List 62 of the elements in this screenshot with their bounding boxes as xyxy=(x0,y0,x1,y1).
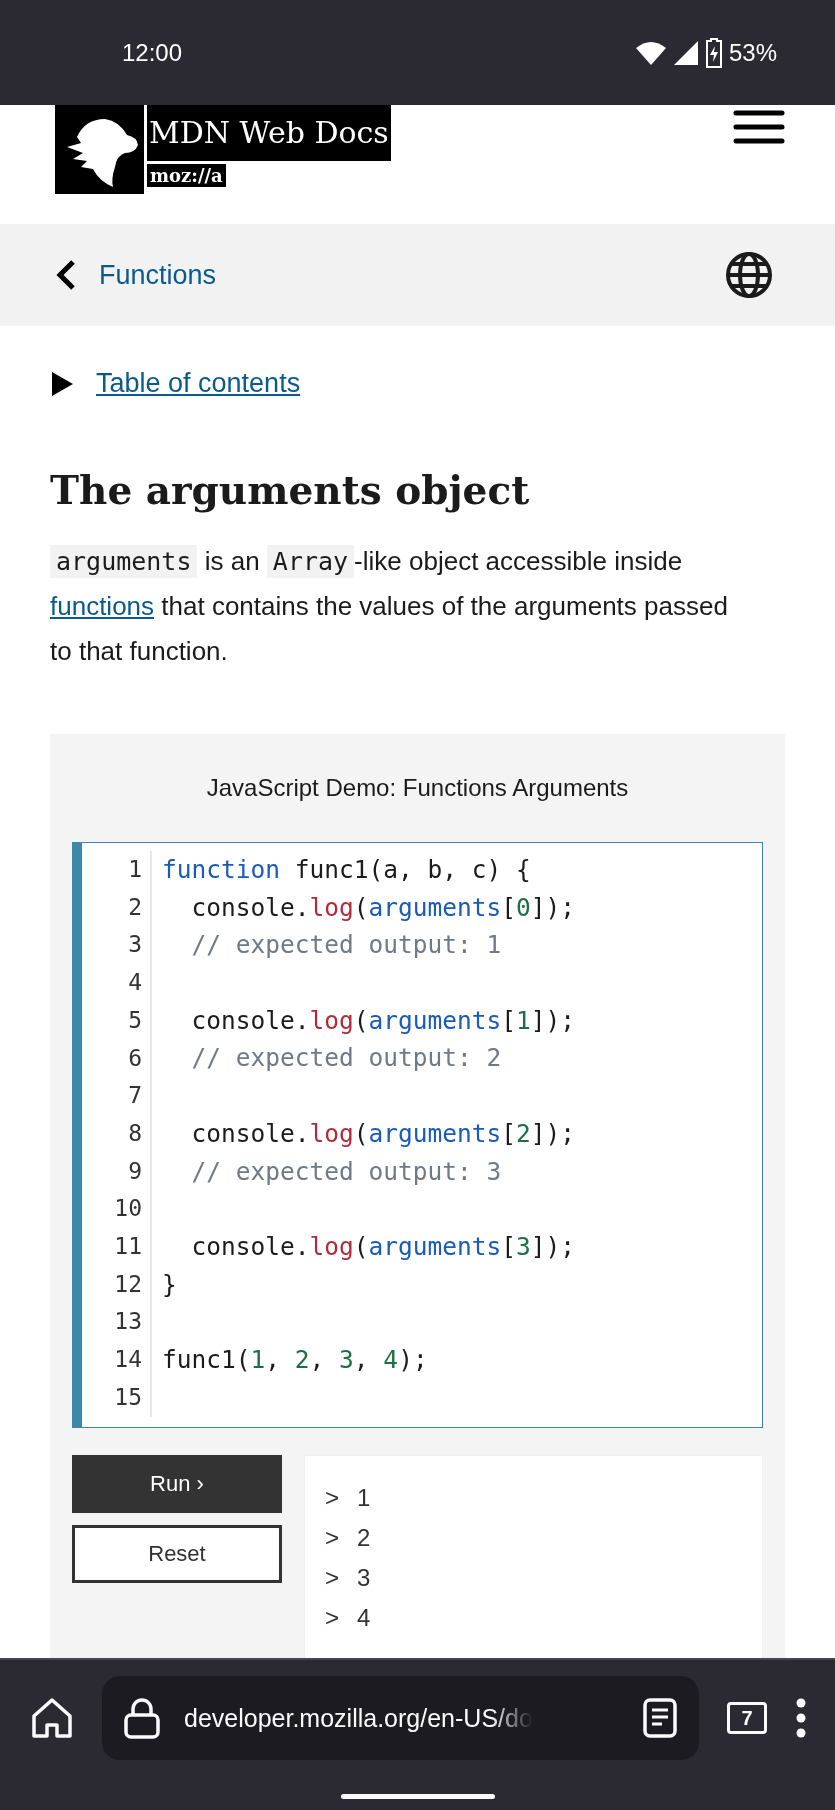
language-button[interactable] xyxy=(725,251,773,299)
back-chevron-icon[interactable] xyxy=(55,259,77,291)
code-line: // expected output: 3 xyxy=(190,1155,503,1188)
output-value: 2 xyxy=(357,1522,371,1553)
line-number: 11 xyxy=(113,1232,142,1262)
code-line: func1(1, 2, 3, 4); xyxy=(162,1343,429,1376)
gesture-handle[interactable] xyxy=(340,1794,495,1799)
address-bar[interactable]: developer.mozilla.org/en-US/do xyxy=(102,1676,699,1760)
output-prompt: > xyxy=(325,1522,339,1553)
output-value: 4 xyxy=(357,1602,371,1633)
description-text: arguments is an Array -like object accessible inside functions that contains the values of the arguments passed to that function. xyxy=(50,544,729,668)
dinosaur-logo-icon[interactable] xyxy=(55,105,144,194)
line-number: 3 xyxy=(127,930,142,960)
line-number: 6 xyxy=(127,1043,142,1073)
code-line: console.log(arguments[3]); xyxy=(190,1230,576,1263)
battery-icon xyxy=(704,37,723,68)
demo-title: JavaScript Demo: Functions Arguments xyxy=(205,774,630,802)
line-number: 2 xyxy=(127,892,142,922)
line-number: 10 xyxy=(113,1194,142,1224)
reset-button[interactable]: Reset xyxy=(72,1524,282,1583)
line-number: 14 xyxy=(113,1345,142,1375)
url-text: developer.mozilla.org/en-US/do xyxy=(184,1703,533,1733)
code-line: console.log(arguments[1]); xyxy=(190,1004,576,1037)
line-number: 5 xyxy=(127,1005,142,1035)
output-value: 3 xyxy=(357,1562,371,1593)
line-number: 4 xyxy=(127,968,142,998)
line-number: 9 xyxy=(127,1156,142,1186)
reader-view-icon[interactable] xyxy=(643,1698,677,1738)
clock-time: 12:00 xyxy=(122,38,183,67)
logo-title[interactable]: MDN Web Docs xyxy=(147,105,391,161)
run-button[interactable]: Run › xyxy=(72,1454,282,1513)
line-number: 8 xyxy=(127,1118,142,1148)
line-number: 1 xyxy=(127,855,142,884)
mozilla-wordmark[interactable]: moz://a xyxy=(147,164,226,187)
functions-link[interactable]: functions xyxy=(50,591,155,621)
line-number: 13 xyxy=(113,1307,142,1337)
output-prompt: > xyxy=(325,1482,339,1513)
section-heading: The arguments object xyxy=(50,467,531,513)
breadcrumb-link[interactable]: Functions xyxy=(99,259,217,291)
output-value: 1 xyxy=(357,1482,371,1513)
output-prompt: > xyxy=(325,1562,339,1593)
signal-icon xyxy=(672,39,699,66)
code-line: // expected output: 1 xyxy=(190,929,503,962)
line-number: 12 xyxy=(113,1269,142,1299)
code-line: console.log(arguments[0]); xyxy=(190,891,576,924)
code-line: console.log(arguments[2]); xyxy=(190,1117,576,1150)
lock-icon xyxy=(124,1697,160,1739)
more-options-button[interactable] xyxy=(795,1698,807,1738)
line-number: 15 xyxy=(113,1382,142,1412)
code-editor[interactable] xyxy=(72,842,763,1428)
caret-right-icon[interactable] xyxy=(50,370,74,397)
menu-button[interactable] xyxy=(733,109,785,145)
code-line: } xyxy=(162,1268,178,1301)
battery-percent: 53% xyxy=(728,38,777,67)
code-line: function func1(a, b, c) { xyxy=(162,854,532,886)
table-of-contents-link[interactable]: Table of contents xyxy=(96,368,301,399)
line-number: 7 xyxy=(127,1081,142,1111)
output-prompt: > xyxy=(325,1602,339,1633)
code-line: // expected output: 2 xyxy=(190,1042,503,1075)
wifi-icon xyxy=(634,39,667,66)
home-button[interactable] xyxy=(30,1696,74,1740)
tab-count-button[interactable]: 7 xyxy=(727,1702,767,1734)
